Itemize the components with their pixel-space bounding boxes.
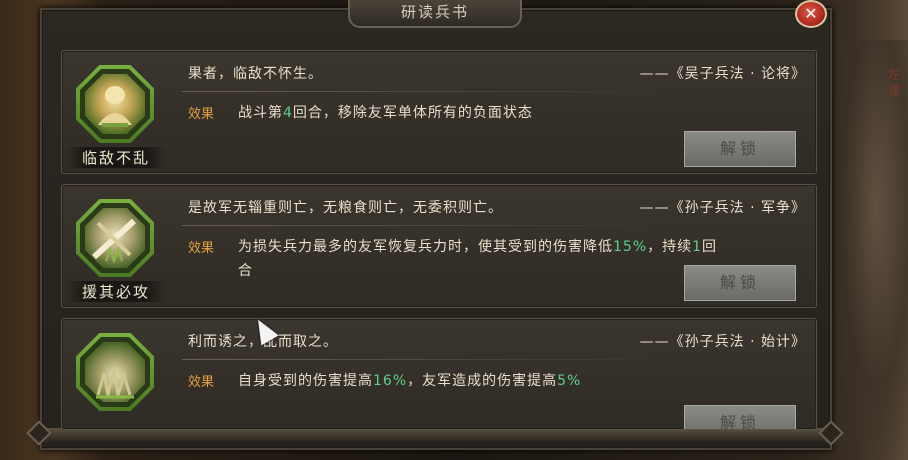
effect-text: 自身受到的伤害提高16%，友军造成的伤害提高5%: [238, 373, 582, 389]
background-figure: [828, 40, 908, 460]
skill-quote: 是故军无辎重则亡，无粮食则亡，无委积则亡。: [188, 200, 503, 216]
effect-text: 战斗第4回合，移除友军单体所有的负面状态: [238, 105, 533, 121]
dialog-title: 研读兵书: [348, 0, 522, 28]
close-button[interactable]: ✕: [795, 0, 827, 28]
monk-meditation-icon: [76, 65, 154, 143]
skill-name: 援其必攻: [66, 281, 166, 302]
grass-ambush-icon: [76, 333, 154, 411]
effect-label: 效果: [188, 375, 215, 390]
card-divider: [182, 359, 682, 360]
quote-source: ——《吴子兵法 · 论将》: [639, 66, 806, 82]
skill-card: 援其必攻 是故军无辎重则亡，无粮食则亡，无委积则亡。 ——《孙子兵法 · 军争》…: [61, 184, 817, 308]
unlock-button[interactable]: 解锁: [684, 265, 796, 301]
skill-card: 临敌不乱 果者，临敌不怀生。 ——《吴子兵法 · 论将》 效果 战斗第4回合，移…: [61, 50, 817, 174]
card-divider: [182, 225, 682, 226]
effect-label: 效果: [188, 107, 215, 122]
crossed-blades-icon: [76, 199, 154, 277]
card-divider: [182, 91, 682, 92]
skill-card: 利而诱之，乱而取之。 ——《孙子兵法 · 始计》 效果 自身受到的伤害提高16%…: [61, 318, 817, 430]
quote-source: ——《孙子兵法 · 始计》: [639, 334, 806, 350]
skill-name: 临敌不乱: [66, 147, 166, 168]
unlock-button[interactable]: 解锁: [684, 131, 796, 167]
unlock-button[interactable]: 解锁: [684, 405, 796, 429]
side-text: 左 建: [887, 68, 901, 96]
dialog-frame-bottom: [34, 428, 834, 442]
skill-quote: 果者，临敌不怀生。: [188, 66, 323, 82]
effect-text: 为损失兵力最多的友军恢复兵力时，使其受到的伤害降低15%，持续1回合: [238, 239, 718, 279]
quote-source: ——《孙子兵法 · 军争》: [639, 200, 806, 216]
effect-label: 效果: [188, 241, 215, 256]
